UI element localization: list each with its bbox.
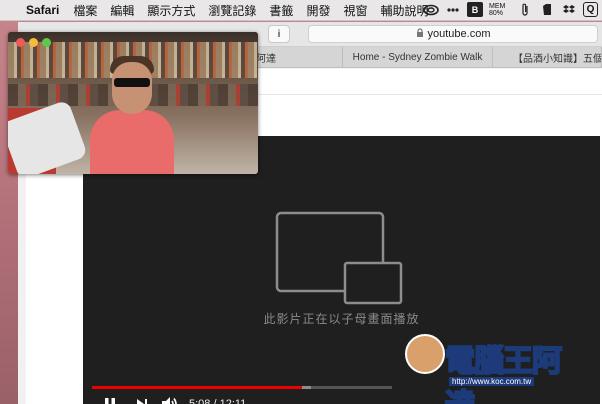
lastpass-icon[interactable] xyxy=(445,2,461,17)
lock-icon xyxy=(416,28,424,40)
menu-history[interactable]: 瀏覽記錄 xyxy=(208,2,256,19)
next-icon xyxy=(137,399,147,404)
picture-in-picture-icon xyxy=(275,211,403,305)
q-status-icon[interactable]: Q xyxy=(583,2,598,17)
menu-file[interactable]: 檔案 xyxy=(73,2,97,19)
evernote-icon[interactable] xyxy=(539,2,555,17)
dropbox-icon[interactable] xyxy=(561,2,577,17)
tab-label: Home - Sydney Zombie Walk xyxy=(352,52,483,63)
creative-cloud-icon[interactable] xyxy=(423,2,439,17)
paperclip-icon[interactable] xyxy=(517,2,533,17)
time-display: 5:08 / 12:11 xyxy=(189,398,247,404)
b-status-icon[interactable]: B xyxy=(467,2,483,17)
reader-button[interactable]: i xyxy=(268,25,290,43)
pip-window-controls xyxy=(16,38,51,47)
menu-view[interactable]: 顯示方式 xyxy=(147,2,195,19)
pause-button[interactable] xyxy=(103,394,117,404)
pip-status-message: 此影片正在以子母畫面播放 xyxy=(263,312,420,326)
minimize-dot-icon[interactable] xyxy=(29,38,38,47)
pip-sunglasses xyxy=(114,78,150,87)
menu-edit[interactable]: 編輯 xyxy=(110,2,134,19)
info-icon: i xyxy=(277,28,281,40)
watermark-mascot-icon xyxy=(405,334,445,374)
site-watermark: 電腦王阿達 http://www.koc.com.tw xyxy=(405,330,585,404)
tab-2[interactable]: Home - Sydney Zombie Walk xyxy=(343,47,493,68)
zoom-dot-icon[interactable] xyxy=(42,38,51,47)
menu-bar: Safari 檔案 編輯 顯示方式 瀏覽記錄 書籤 開發 視窗 輔助說明 B M… xyxy=(0,0,602,21)
watermark-text: 電腦王阿達 xyxy=(444,344,563,404)
memory-label: MEM xyxy=(489,2,506,10)
memory-meter[interactable]: MEM 80% xyxy=(489,3,511,17)
pip-person-body xyxy=(90,110,174,174)
volume-button[interactable] xyxy=(161,394,179,404)
volume-icon xyxy=(162,397,177,404)
url-text: youtube.com xyxy=(427,28,491,40)
next-button[interactable] xyxy=(135,394,149,404)
menu-window[interactable]: 視窗 xyxy=(343,2,367,19)
tab-label: 阿達 xyxy=(256,54,276,65)
progress-played xyxy=(92,386,302,389)
address-bar[interactable]: youtube.com xyxy=(308,25,598,43)
menu-bookmarks[interactable]: 書籤 xyxy=(269,2,293,19)
close-dot-icon[interactable] xyxy=(16,38,25,47)
tab-label: 【品酒小知識】五個品酒 xyxy=(513,54,602,65)
menu-help[interactable]: 輔助說明 xyxy=(380,2,428,19)
memory-value: 80% xyxy=(489,9,504,17)
status-menu-area: B MEM 80% Q xyxy=(423,2,598,17)
watermark-url: http://www.koc.com.tw xyxy=(449,377,535,386)
pip-video-window[interactable] xyxy=(8,32,258,174)
pause-icon xyxy=(105,398,115,404)
tab-3[interactable]: 【品酒小知識】五個品酒 xyxy=(493,47,602,68)
app-menu-safari[interactable]: Safari xyxy=(26,3,59,17)
progress-bar[interactable] xyxy=(92,386,392,389)
pip-person-head xyxy=(112,62,152,114)
menu-develop[interactable]: 開發 xyxy=(306,2,330,19)
